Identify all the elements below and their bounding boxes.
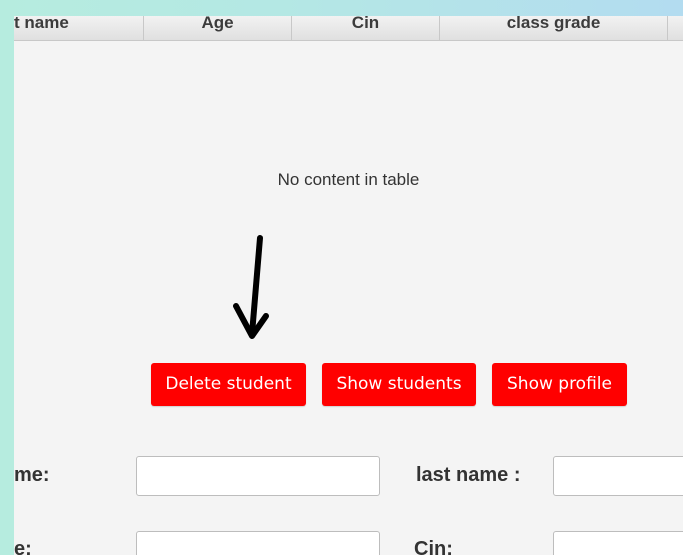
cin-field[interactable] [553,531,683,555]
cin-label: Cin: [414,538,453,555]
column-header-cin[interactable]: Cin [292,16,440,40]
last-name-label: last name : [416,464,521,486]
column-header-age[interactable]: Age [144,16,292,40]
delete-student-button[interactable]: Delete student [151,363,306,406]
first-name-label: me: [14,464,50,486]
annotation-arrow-icon [233,235,269,339]
age-field[interactable] [136,531,380,555]
show-students-button[interactable]: Show students [322,363,476,406]
table-placeholder: No content in table [277,170,420,189]
show-profile-button[interactable]: Show profile [492,363,627,406]
table-header: t name Age Cin class grade [14,16,683,41]
first-name-field[interactable] [136,456,380,496]
column-header-class-grade[interactable]: class grade [440,16,668,40]
student-manager-window: t name Age Cin class grade No content in… [14,16,683,555]
column-header-first-name[interactable]: t name [14,16,144,40]
last-name-field[interactable] [553,456,683,496]
age-label: e: [14,538,32,555]
column-header-overflow [668,16,683,40]
